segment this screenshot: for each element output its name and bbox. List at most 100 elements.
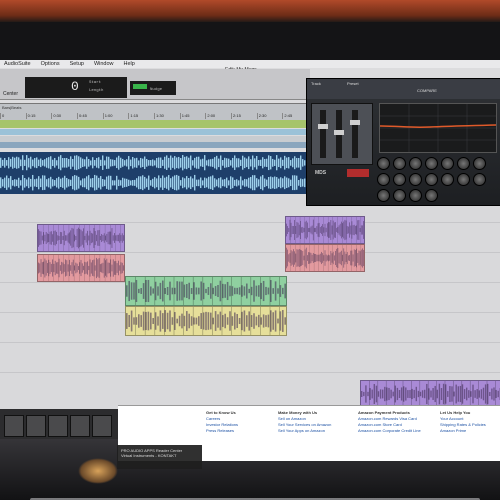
ruler-tick: 2:15 <box>231 113 257 119</box>
knob[interactable] <box>377 189 390 202</box>
waveform <box>126 307 286 335</box>
length-label: Length <box>89 89 104 93</box>
audio-clip-yellow[interactable] <box>125 306 287 336</box>
knob[interactable] <box>377 173 390 186</box>
footer-column: Amazon Payment Products Amazon.com Rewar… <box>358 410 421 434</box>
ruler-tick: 0 <box>0 113 26 119</box>
ruler-tick: 1:15 <box>128 113 154 119</box>
knob[interactable] <box>425 173 438 186</box>
footer-link[interactable]: Amazon.com Corporate Credit Line <box>358 428 421 434</box>
knob[interactable] <box>377 157 390 170</box>
plugin-window[interactable]: Track Preset COMPARE MDS <box>306 78 500 206</box>
counter-value: 0 <box>71 79 79 94</box>
mixer-channel[interactable] <box>70 415 90 437</box>
waveform <box>361 381 500 407</box>
footer-column: Let Us Help You Your Account Shipping Ra… <box>440 410 486 434</box>
nudge-display[interactable]: Nudge <box>130 81 176 95</box>
knob[interactable] <box>425 189 438 202</box>
tracks-area[interactable] <box>0 194 500 409</box>
menu-setup[interactable]: Setup <box>70 61 84 67</box>
transport-bar: 0 Start Length Nudge Center <box>0 69 310 100</box>
ruler-tick: 2:00 <box>205 113 231 119</box>
waveform <box>38 255 124 281</box>
eq-curve <box>379 104 497 152</box>
notification-body: Virtual Instruments - KONTAKT <box>121 453 177 458</box>
audio-clip-green[interactable] <box>125 276 287 306</box>
track-divider <box>0 222 500 223</box>
mixer-channel[interactable] <box>48 415 68 437</box>
nudge-indicator <box>133 84 147 89</box>
mixer-channel[interactable] <box>92 415 112 437</box>
monitor-bezel-top <box>0 0 500 22</box>
footer-link[interactable]: Sell Your Apps on Amazon <box>278 428 331 434</box>
menu-window[interactable]: Window <box>94 61 114 67</box>
mixer-channel[interactable] <box>4 415 24 437</box>
tempo-lane[interactable] <box>0 129 308 135</box>
ruler-tick: 2:45 <box>282 113 308 119</box>
knob-grid <box>377 157 497 202</box>
output-fader[interactable] <box>334 110 344 158</box>
gain-fader[interactable] <box>350 110 360 158</box>
menu-app[interactable]: AudioSuite <box>4 61 31 67</box>
fader-section <box>311 103 373 165</box>
waveform <box>0 155 308 191</box>
knob[interactable] <box>393 189 406 202</box>
knob[interactable] <box>457 157 470 170</box>
knob[interactable] <box>425 157 438 170</box>
ruler-tick: 1:00 <box>102 113 129 119</box>
marker-lane[interactable] <box>0 120 308 128</box>
audio-clip-purple[interactable] <box>360 380 500 408</box>
audio-clip-purple[interactable] <box>37 224 125 252</box>
waveform <box>38 225 124 251</box>
monitor-bezel <box>0 22 500 60</box>
notification-popup[interactable]: PRO AUDIO APPS Reader Center Virtual Ins… <box>117 445 202 469</box>
footer-link[interactable]: Amazon Prime <box>440 428 486 434</box>
knob[interactable] <box>441 157 454 170</box>
knob[interactable] <box>393 157 406 170</box>
ruler-tick: 1:30 <box>154 113 180 119</box>
waveform <box>126 277 286 305</box>
input-fader[interactable] <box>318 110 328 158</box>
footer-column: Make Money with Us Sell on Amazon Sell Y… <box>278 410 331 434</box>
knob[interactable] <box>409 157 422 170</box>
track-divider <box>0 342 500 343</box>
ruler-label: Bars|Beats <box>2 105 22 110</box>
start-label: Start <box>89 81 102 85</box>
mixer-channel[interactable] <box>26 415 46 437</box>
knob[interactable] <box>409 173 422 186</box>
waveform <box>286 217 364 243</box>
audio-clip-pink[interactable] <box>37 254 125 282</box>
plugin-header: Track Preset COMPARE <box>307 79 500 99</box>
ruler-tick: 2:30 <box>256 113 283 119</box>
audio-clip-stereo[interactable] <box>0 152 308 194</box>
knob[interactable] <box>473 157 486 170</box>
timeline-ruler[interactable]: Bars|Beats 0 0:15 0:30 0:45 1:00 1:15 1:… <box>0 103 308 121</box>
knob[interactable] <box>441 173 454 186</box>
audio-clip-pink[interactable] <box>285 244 365 272</box>
knob[interactable] <box>393 173 406 186</box>
track-divider <box>0 372 500 373</box>
nudge-label: Nudge <box>150 88 163 92</box>
footer-link[interactable]: Press Releases <box>206 428 238 434</box>
ruler-ticks: 0 0:15 0:30 0:45 1:00 1:15 1:30 1:45 2:0… <box>0 113 308 119</box>
butterfly-wallpaper <box>78 458 118 484</box>
knob[interactable] <box>473 173 486 186</box>
track-divider <box>0 252 500 253</box>
screen: AudioSuite Options Setup Window Help Edi… <box>0 60 500 500</box>
menu-help[interactable]: Help <box>124 61 135 67</box>
track-label: Track <box>311 81 321 86</box>
preset-label: Preset <box>347 81 359 86</box>
footer-column: Get to Know Us Careers Investor Relation… <box>206 410 238 434</box>
eq-graph[interactable] <box>379 103 497 153</box>
ruler-tick: 0:30 <box>51 113 77 119</box>
knob[interactable] <box>409 189 422 202</box>
bypass-button[interactable] <box>347 169 369 177</box>
ruler-tick: 1:45 <box>179 113 206 119</box>
ruler-tick: 0:45 <box>77 113 103 119</box>
key-lane[interactable] <box>0 142 308 148</box>
menu-options[interactable]: Options <box>41 61 60 67</box>
counter-display[interactable]: 0 Start Length <box>25 77 127 98</box>
audio-clip-purple[interactable] <box>285 216 365 244</box>
compare-button[interactable]: COMPARE <box>417 88 437 93</box>
knob[interactable] <box>457 173 470 186</box>
